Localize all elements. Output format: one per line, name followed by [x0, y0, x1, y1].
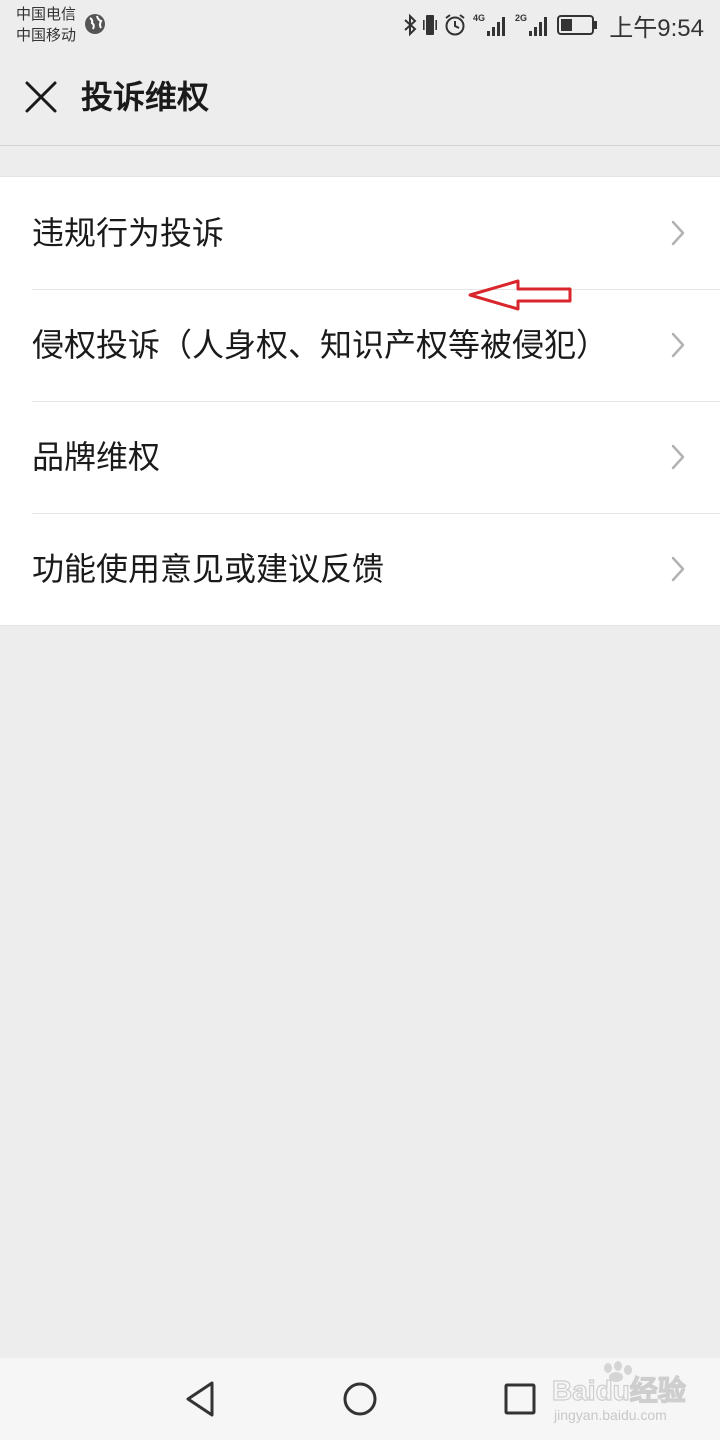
- menu-item-violation-complaint[interactable]: 违规行为投诉: [0, 177, 720, 289]
- signal-2g-icon: 2G: [515, 13, 548, 36]
- baidu-jingyan-watermark: Baidu经验 jingyan.baidu.com: [552, 1361, 686, 1423]
- menu-item-infringement-complaint[interactable]: 侵权投诉（人身权、知识产权等被侵犯）: [0, 289, 720, 401]
- close-icon[interactable]: [20, 76, 62, 118]
- back-icon[interactable]: [180, 1378, 222, 1420]
- network-type-2g: 2G: [515, 13, 527, 23]
- menu-item-label: 违规行为投诉: [32, 214, 225, 252]
- recent-apps-icon[interactable]: [499, 1378, 541, 1420]
- watermark-url: jingyan.baidu.com: [553, 1407, 667, 1423]
- home-icon[interactable]: [339, 1378, 381, 1420]
- carrier-info: 中国电信 中国移动: [16, 4, 76, 46]
- menu-item-label: 品牌维权: [32, 438, 161, 476]
- status-icons: 4G 2G 上午9:54: [403, 8, 704, 42]
- globe-icon: [85, 14, 105, 34]
- chevron-right-icon: [671, 444, 685, 470]
- menu-item-label: 功能使用意见或建议反馈: [32, 550, 385, 588]
- chevron-right-icon: [671, 556, 685, 582]
- page-header: 投诉维权: [0, 50, 720, 146]
- menu-item-brand-protection[interactable]: 品牌维权: [0, 401, 720, 513]
- vibrate-icon: [423, 15, 438, 35]
- carrier-name-1: 中国电信: [16, 5, 77, 23]
- chevron-right-icon: [671, 332, 685, 358]
- bluetooth-icon: [404, 13, 417, 37]
- status-bar: 中国电信 中国移动 4G 2G 上午9:54: [0, 0, 720, 50]
- network-type-4g: 4G: [473, 13, 485, 23]
- page-title: 投诉维权: [81, 78, 210, 116]
- annotation-arrow-icon: [468, 279, 572, 311]
- battery-icon: [557, 15, 598, 35]
- menu-item-feature-feedback[interactable]: 功能使用意见或建议反馈: [0, 513, 720, 625]
- carrier-name-2: 中国移动: [16, 26, 77, 44]
- clock-time: 上午9:54: [609, 14, 704, 42]
- complaint-menu: 违规行为投诉 侵权投诉（人身权、知识产权等被侵犯） 品牌维权 功能使用意见或建议…: [0, 176, 720, 626]
- watermark-brand: Baidu经验: [552, 1374, 686, 1406]
- signal-4g-icon: 4G: [473, 13, 506, 36]
- alarm-icon: [445, 14, 465, 36]
- chevron-right-icon: [671, 220, 685, 246]
